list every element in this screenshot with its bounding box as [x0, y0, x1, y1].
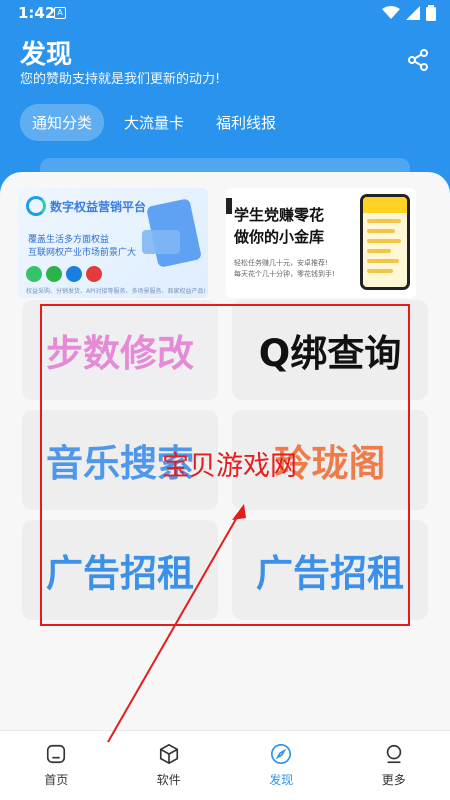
battery-icon [426, 5, 436, 21]
banner-digital-rights[interactable]: 数字权益营销平台 覆盖生活多方面权益 互联网权产业市场前景广大 权益采购、分销发… [18, 188, 208, 298]
app-row [367, 229, 395, 233]
phone-illustration [360, 194, 410, 290]
app-icon [86, 266, 102, 282]
tab-welfare[interactable]: 福利线报 [204, 104, 288, 141]
status-bar: 1:42 A [0, 0, 450, 28]
nav-software[interactable]: 软件 [113, 731, 226, 800]
nav-discover[interactable]: 发现 [225, 731, 338, 800]
cube-icon [159, 743, 178, 765]
banner-title: 做你的小金库 [234, 228, 325, 246]
app-row [367, 269, 393, 273]
page-title: 发现 [20, 40, 73, 70]
signal-icon [406, 6, 420, 20]
app-icon [26, 266, 42, 282]
banner-flag [226, 198, 232, 214]
home-icon [47, 744, 66, 764]
phone-screen [363, 197, 407, 287]
tab-data-card[interactable]: 大流量卡 [112, 104, 196, 141]
banner-line: 每天花个几十分钟，零花钱到手! [234, 270, 335, 278]
platform-logo-icon [26, 196, 46, 216]
app-row [367, 249, 391, 253]
bottom-nav: 首页 软件 发现 更多 [0, 730, 450, 800]
banner-title: 学生党赚零花 [234, 206, 325, 224]
watermark-text: 宝贝游戏网 [162, 451, 297, 482]
status-icons [382, 5, 436, 21]
nav-label: 更多 [381, 773, 406, 787]
banner-student-earn[interactable]: 学生党赚零花 做你的小金库 轻松任务赚几十元，安卓推荐! 每天花个几十分钟，零花… [226, 188, 416, 298]
compass-icon [271, 744, 292, 764]
banner-title: 数字权益营销平台 [50, 200, 147, 214]
status-time: 1:42 [18, 4, 56, 22]
banner-line: 互联网权产业市场前景广大 [28, 248, 137, 258]
notification-icon: A [54, 7, 66, 19]
app-header-bar [363, 197, 407, 213]
share-icon[interactable] [406, 48, 430, 72]
app-icons [26, 266, 102, 282]
app-icon [66, 266, 82, 282]
category-tabs: 通知分类 大流量卡 福利线报 [20, 104, 288, 141]
banner-line: 轻松任务赚几十元，安卓推荐! [234, 259, 328, 267]
user-icon [386, 744, 401, 764]
page-subtitle: 您的赞助支持就是我们更新的动力! [20, 72, 221, 87]
nav-more[interactable]: 更多 [338, 731, 450, 800]
app-row [367, 259, 399, 263]
wifi-icon [382, 6, 400, 19]
nav-home[interactable]: 首页 [0, 731, 113, 800]
nav-label: 发现 [269, 773, 294, 787]
app-icon [46, 266, 62, 282]
banner-footer: 权益采购、分销发货、API对接等服务、多场景服务、商家权益产品! [26, 288, 206, 295]
banner-line: 覆盖生活多方面权益 [28, 235, 110, 245]
app-row [367, 239, 401, 243]
card-illustration [142, 230, 180, 254]
nav-label: 首页 [44, 773, 69, 787]
app-row [367, 219, 401, 223]
nav-label: 软件 [156, 773, 181, 787]
tab-notice-category[interactable]: 通知分类 [20, 104, 105, 141]
